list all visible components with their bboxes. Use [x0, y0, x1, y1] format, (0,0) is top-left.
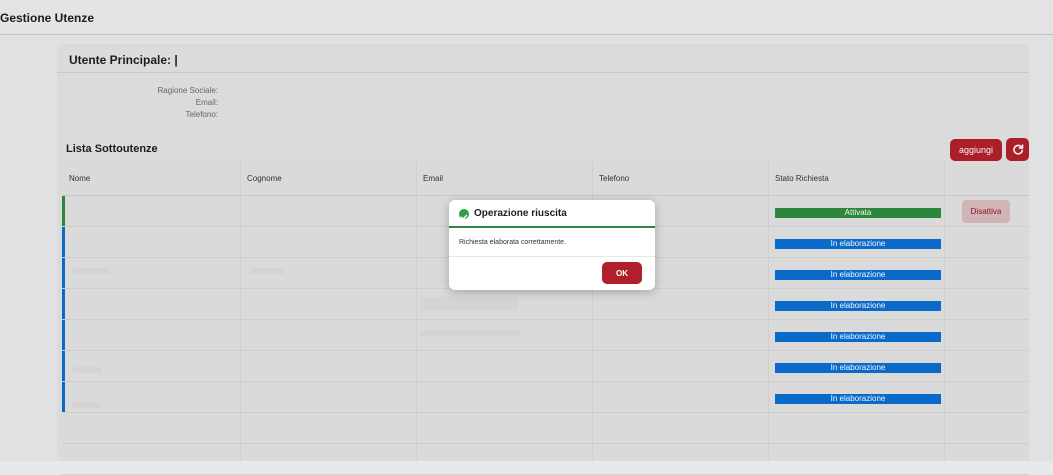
dialog-divider — [449, 256, 655, 257]
success-check-icon — [459, 209, 469, 220]
dialog-title: Operazione riuscita — [474, 208, 567, 219]
dialog-message: Richiesta elaborata correttamente. — [459, 239, 566, 246]
dialog-header: Operazione riuscita — [449, 200, 655, 228]
success-dialog: Operazione riuscita Richiesta elaborata … — [449, 200, 655, 290]
ok-button[interactable]: OK — [602, 262, 642, 284]
